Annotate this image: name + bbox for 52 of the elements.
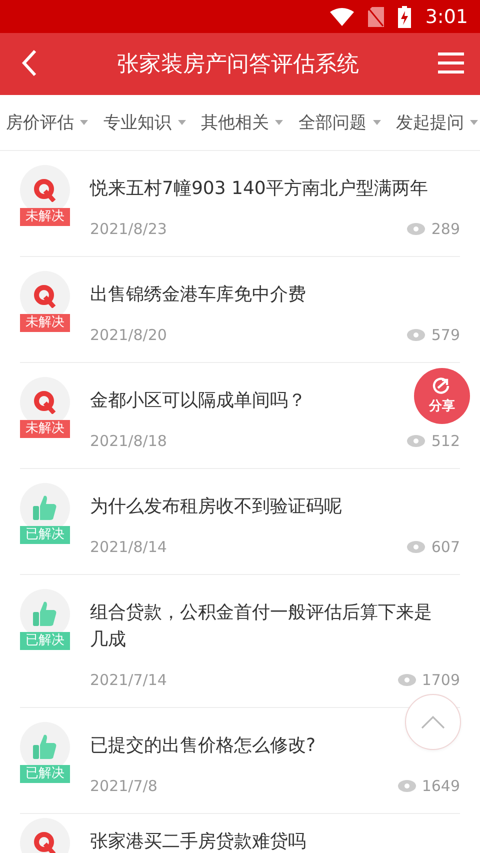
page-title: 张家装房产问答评估系统 <box>117 51 359 79</box>
q-icon <box>33 284 57 308</box>
filter-tab[interactable]: 其他相关 <box>201 111 283 134</box>
eye-icon <box>407 329 426 341</box>
wifi-icon <box>330 8 354 26</box>
menu-icon <box>438 52 464 74</box>
question-date: 2021/8/23 <box>90 220 167 238</box>
battery-icon <box>398 6 412 28</box>
eye-icon <box>407 435 426 447</box>
status-badge: 已解决 <box>20 632 70 650</box>
q-icon <box>33 390 57 414</box>
filter-tab[interactable]: 全部问题 <box>298 111 380 134</box>
chevron-left-icon <box>20 48 38 76</box>
question-title[interactable]: 已提交的出售价格怎么修改? <box>90 732 316 759</box>
status-badge: 未解决 <box>20 314 70 332</box>
question-date: 2021/8/20 <box>90 326 167 344</box>
view-count: 512 <box>431 432 460 450</box>
view-count: 607 <box>431 538 460 556</box>
question-title[interactable]: 组合贷款，公积金首付一般评估后算下来是几成 <box>90 599 448 653</box>
chevron-up-icon <box>421 715 445 729</box>
eye-icon <box>407 223 426 235</box>
view-count: 1709 <box>422 671 460 689</box>
question-date: 2021/8/18 <box>90 432 167 450</box>
thumbs-up-icon <box>33 734 57 760</box>
eye-icon <box>407 541 426 553</box>
eye-icon <box>398 674 416 686</box>
question-date: 2021/8/14 <box>90 538 167 556</box>
thumbs-up-icon <box>33 495 57 521</box>
view-count: 1649 <box>422 777 460 795</box>
filter-tab[interactable]: 发起提问 <box>396 111 478 134</box>
filter-tab[interactable]: 专业知识 <box>104 111 186 134</box>
clock: 3:01 <box>425 6 468 28</box>
question-date: 2021/7/14 <box>90 671 167 689</box>
question-title[interactable]: 为什么发布租房收不到验证码呢 <box>90 493 342 520</box>
q-icon <box>33 178 57 202</box>
question-title[interactable]: 张家港买二手房贷款难贷吗 <box>90 828 306 853</box>
share-button[interactable]: 分享 <box>414 368 470 424</box>
question-title[interactable]: 金都小区可以隔成单间吗？ <box>90 387 306 414</box>
status-badge: 未解决 <box>20 208 70 226</box>
eye-icon <box>398 780 416 792</box>
no-sim-icon <box>368 6 384 26</box>
question-date: 2021/7/8 <box>90 777 158 795</box>
status-badge: 未解决 <box>20 420 70 438</box>
status-badge: 已解决 <box>20 765 70 783</box>
question-title[interactable]: 悦来五村7幢903 140平方南北户型满两年 <box>90 175 428 202</box>
view-count: 579 <box>431 326 460 344</box>
view-count: 289 <box>431 220 460 238</box>
filter-tab[interactable]: 房价评估 <box>6 111 88 134</box>
share-icon <box>432 377 452 395</box>
question-title[interactable]: 出售锦绣金港车库免中介费 <box>90 281 306 308</box>
status-badge: 已解决 <box>20 526 70 544</box>
thumbs-up-icon <box>33 601 57 627</box>
